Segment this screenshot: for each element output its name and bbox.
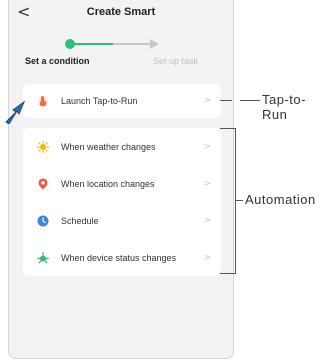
clock-icon [37,215,49,226]
option-label: When location changes [61,178,155,189]
step-label-set-up-task: Set up task [153,56,199,66]
option-label: Schedule [61,215,99,226]
tap-to-run-card: Launch Tap-to-Run > [23,84,221,118]
device-icon [37,251,49,263]
chevron-right-icon: > [203,96,211,106]
progress-stepper: Set a condition Set up task [9,34,233,70]
step-line-inactive [113,43,151,45]
option-schedule[interactable]: Schedule > [23,202,221,239]
automation-card: When weather changes > When location cha… [23,128,221,276]
chevron-right-icon: > [203,178,211,189]
option-location-changes[interactable]: When location changes > [23,165,221,202]
phone-screen: < Create Smart Set a condition Set up ta… [8,0,234,359]
automation-bracket-top [220,128,236,129]
tap-to-run-connector [220,100,232,101]
option-weather-changes[interactable]: When weather changes > [23,128,221,165]
hand-tap-icon [38,96,48,107]
option-label: When device status changes [61,252,177,263]
option-label: Launch Tap-to-Run [61,96,138,106]
automation-bracket-bottom [220,273,236,274]
pointer-arrow-icon [5,100,26,124]
chevron-right-icon: > [203,215,211,226]
automation-leader [235,200,243,201]
step-label-set-condition: Set a condition [25,56,90,66]
automation-annotation: Automation [245,192,316,207]
tap-to-run-leader [240,100,260,101]
page-title: Create Smart [86,6,156,18]
automation-bracket-vertical [235,128,236,274]
chevron-right-icon: > [203,141,211,152]
tap-to-run-annotation: Tap-to-Run [262,92,306,122]
option-device-status-changes[interactable]: When device status changes > [23,239,221,276]
option-launch-tap-to-run[interactable]: Launch Tap-to-Run > [23,84,221,118]
location-pin-icon [38,178,48,189]
step-arrow-icon [150,39,159,49]
step-line-active [73,43,113,45]
sun-icon [37,140,49,153]
chevron-right-icon: > [203,252,211,263]
option-label: When weather changes [61,141,156,152]
